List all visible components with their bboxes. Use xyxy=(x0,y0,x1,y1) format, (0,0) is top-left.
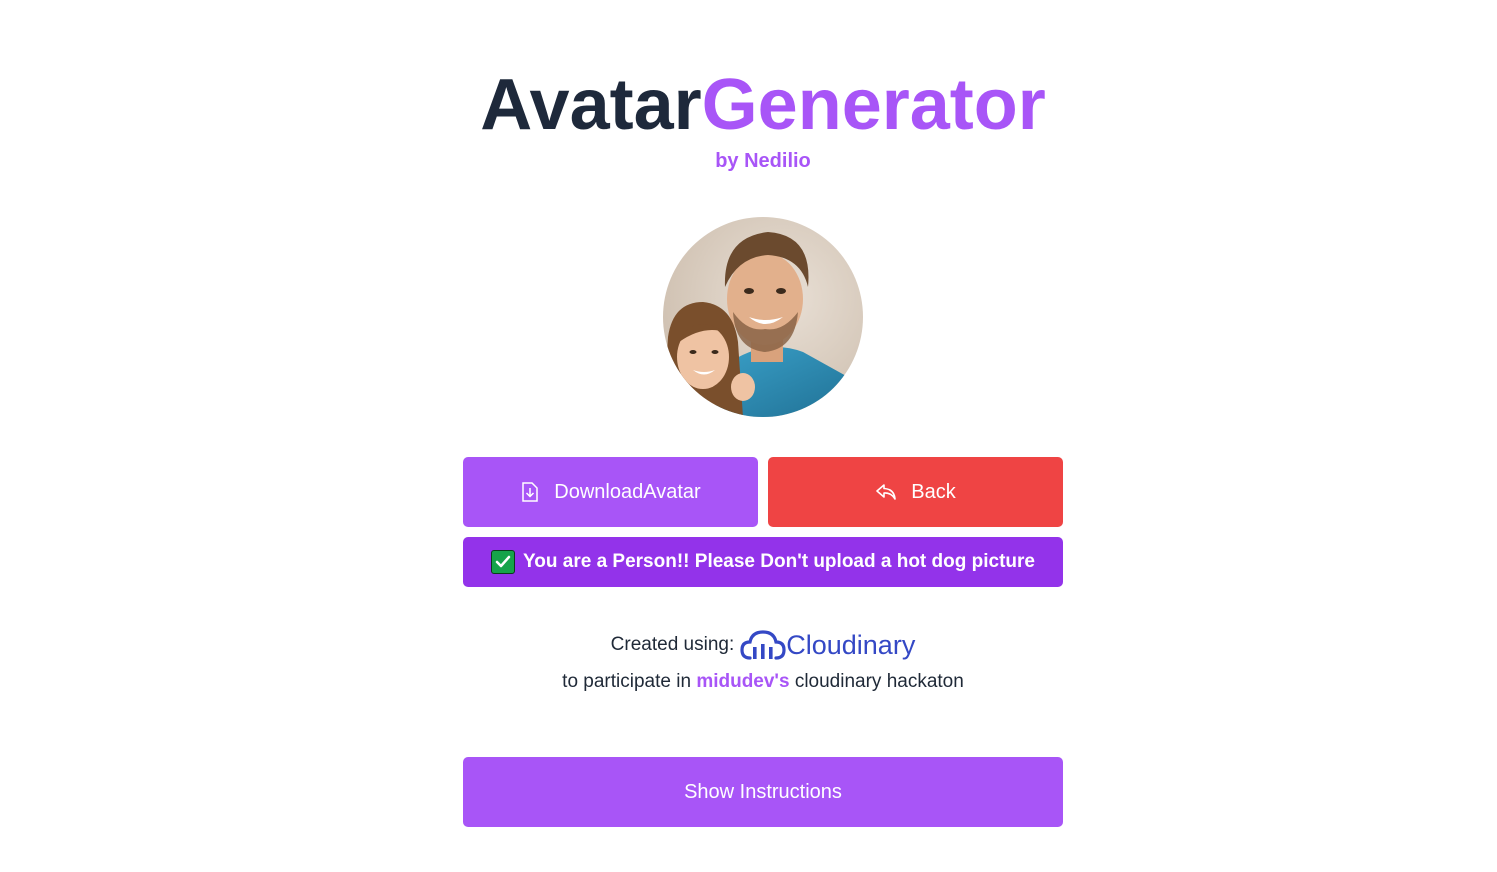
created-using-row: Created using: Cloudinary xyxy=(0,625,1497,665)
back-label: Back xyxy=(911,480,956,503)
participate-row: to participate in midudev's cloudinary h… xyxy=(0,671,1497,693)
show-instructions-label: Show Instructions xyxy=(684,780,842,803)
back-button[interactable]: Back xyxy=(768,457,1063,527)
cloudinary-wordmark: Cloudinary xyxy=(786,629,916,660)
page: AvatarGenerator by Nedilio DownloadAvata… xyxy=(0,0,1497,872)
reply-arrow-icon xyxy=(875,483,897,501)
avatar-image xyxy=(663,217,863,417)
midudev-link[interactable]: midudev's xyxy=(696,671,789,692)
download-avatar-button[interactable]: DownloadAvatar xyxy=(463,457,758,527)
file-download-icon xyxy=(520,481,540,503)
participate-suffix: cloudinary hackaton xyxy=(794,671,964,692)
avatar-photo xyxy=(663,217,863,417)
created-using-label: Created using: xyxy=(610,634,735,655)
page-title: AvatarGenerator xyxy=(0,62,1497,148)
credits: Created using: Cloudinary to participate… xyxy=(0,625,1497,693)
show-instructions-button[interactable]: Show Instructions xyxy=(463,757,1063,827)
cloudinary-logo[interactable]: Cloudinary xyxy=(740,628,915,662)
author-byline: by Nedilio xyxy=(715,150,811,172)
person-detected-banner: You are a Person!! Please Don't upload a… xyxy=(463,537,1063,587)
title-part-avatar: Avatar xyxy=(480,65,702,145)
title-part-generator: Generator xyxy=(701,65,1046,145)
participate-prefix: to participate in xyxy=(562,671,692,692)
notice-text: You are a Person!! Please Don't upload a… xyxy=(523,551,1035,572)
cloud-icon xyxy=(740,630,786,660)
check-mark-icon xyxy=(491,550,516,574)
download-avatar-label: DownloadAvatar xyxy=(554,480,701,503)
